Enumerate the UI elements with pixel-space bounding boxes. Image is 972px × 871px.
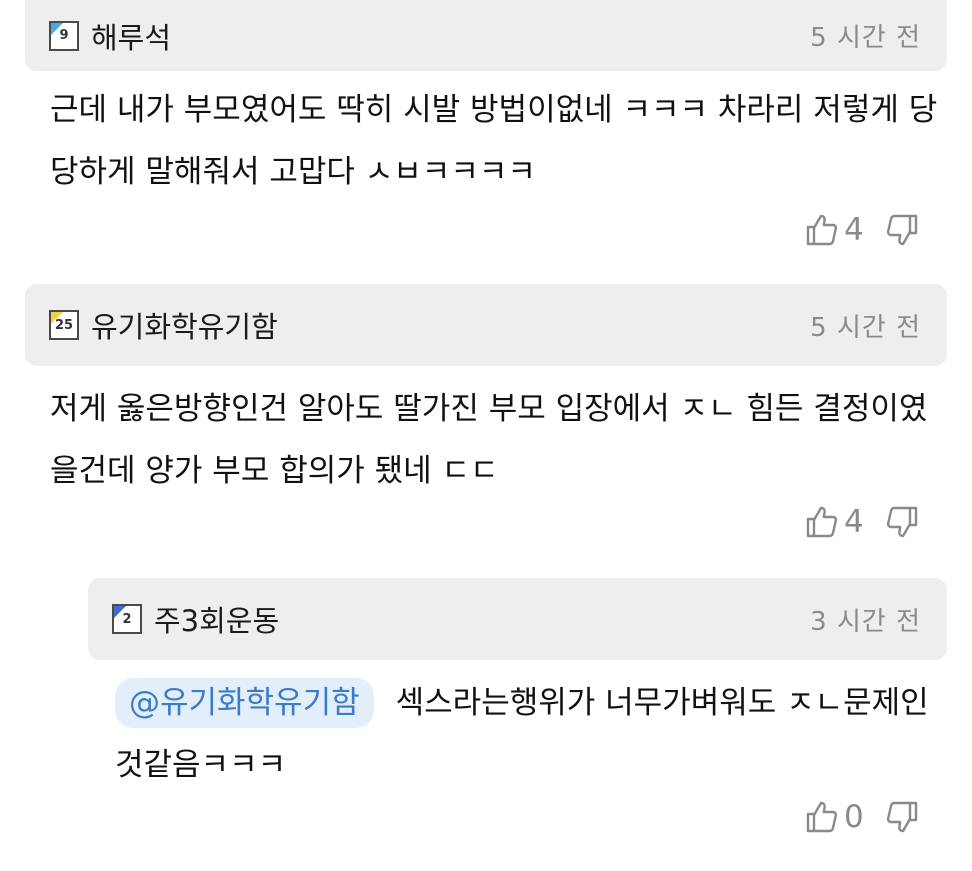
like-button[interactable] — [804, 799, 840, 835]
thumbs-down-icon — [886, 801, 918, 833]
username[interactable]: 유기화학유기함 — [91, 304, 278, 346]
comment-author[interactable]: 25 유기화학유기함 — [49, 304, 278, 346]
username[interactable]: 주3회운동 — [154, 598, 279, 640]
comment-header: 9 해루석 5 시간 전 — [25, 0, 947, 71]
reply-body: @유기화학유기함 섹스라는행위가 너무가벼워도 ㅈㄴ문제인것같음ㅋㅋㅋ — [115, 672, 950, 796]
comment-text: 저게 옳은방향인건 알아도 딸가진 부모 입장에서 ㅈㄴ 힘든 결정이였을건데 … — [50, 391, 928, 489]
dislike-button[interactable] — [884, 504, 920, 540]
mention-tag[interactable]: @유기화학유기함 — [115, 678, 374, 728]
thumbs-up-icon — [806, 506, 838, 538]
like-button[interactable] — [804, 212, 840, 248]
thumbs-up-icon — [806, 214, 838, 246]
level-badge-icon: 9 — [49, 20, 79, 51]
like-button[interactable] — [804, 504, 840, 540]
timestamp: 3 시간 전 — [810, 606, 921, 637]
timestamp: 5 시간 전 — [810, 23, 921, 53]
like-count: 4 — [844, 212, 864, 248]
vote-bar: 4 — [804, 504, 920, 540]
dislike-button[interactable] — [884, 212, 920, 248]
level-badge-icon: 2 — [112, 604, 142, 634]
timestamp: 5 시간 전 — [810, 312, 921, 343]
vote-bar: 4 — [804, 212, 920, 248]
comment-author[interactable]: 9 해루석 — [49, 15, 171, 57]
dislike-button[interactable] — [884, 799, 920, 835]
comment-text: 근데 내가 부모였어도 딱히 시발 방법이없네 ㅋㅋㅋ 차라리 저렇게 당당하게… — [50, 92, 938, 190]
comment-author[interactable]: 2 주3회운동 — [112, 598, 279, 640]
level-badge-icon: 25 — [49, 310, 79, 340]
username[interactable]: 해루석 — [91, 15, 171, 57]
thumbs-down-icon — [886, 506, 918, 538]
reply-header: 2 주3회운동 3 시간 전 — [88, 578, 947, 660]
like-count: 4 — [844, 504, 864, 540]
thumbs-down-icon — [886, 214, 918, 246]
like-count: 0 — [844, 799, 864, 835]
vote-bar: 0 — [804, 799, 920, 835]
thumbs-up-icon — [806, 801, 838, 833]
comment-header: 25 유기화학유기함 5 시간 전 — [25, 284, 947, 366]
